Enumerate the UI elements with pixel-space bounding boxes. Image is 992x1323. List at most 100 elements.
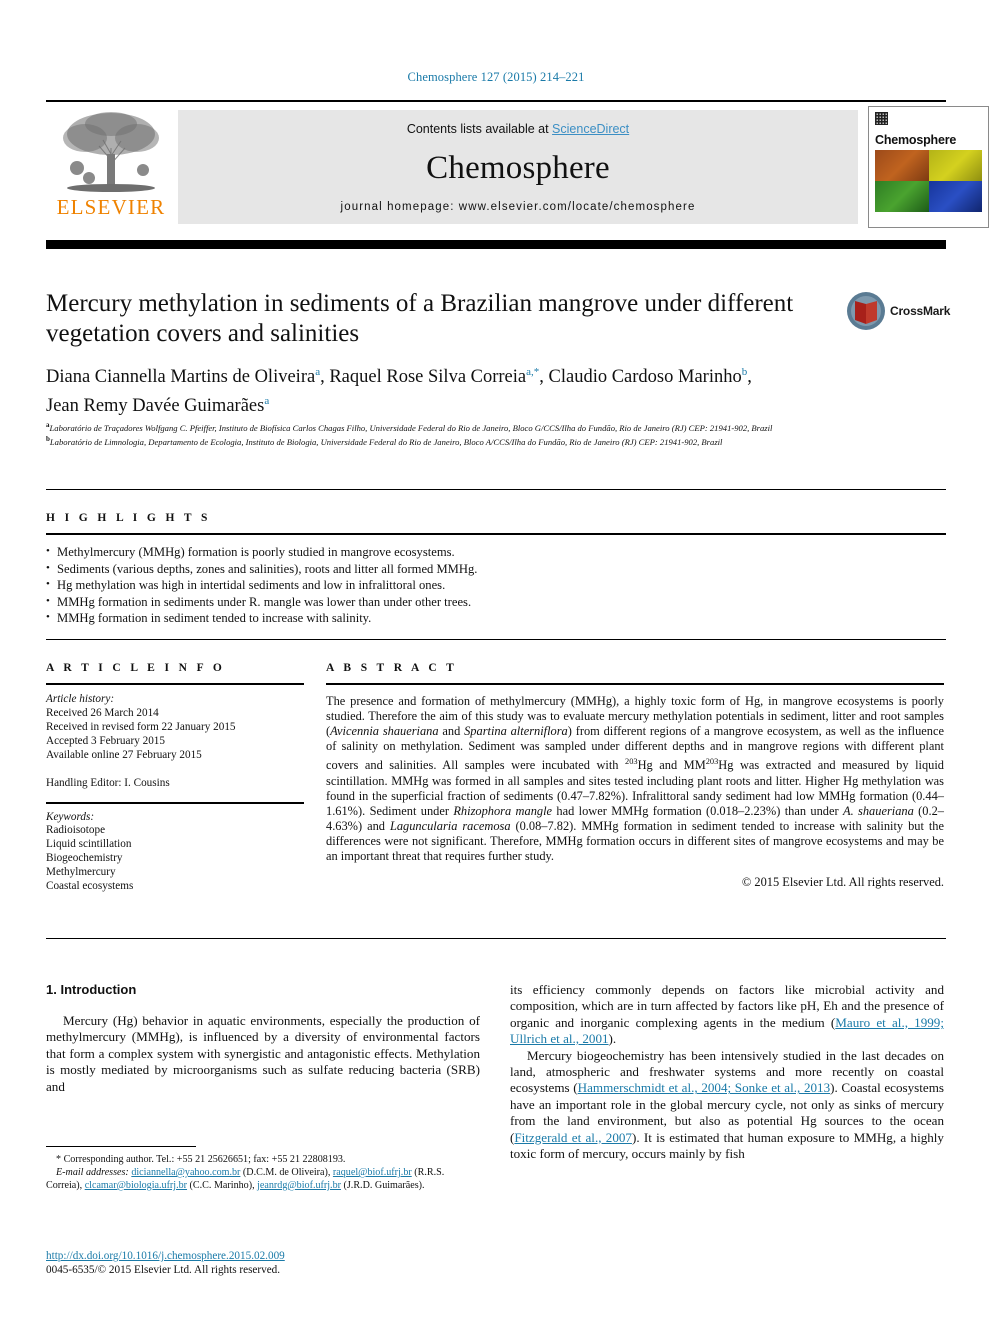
email-link-2[interactable]: raquel@biof.ufrj.br <box>333 1167 412 1178</box>
list-item: Sediments (various depths, zones and sal… <box>46 560 946 578</box>
abstract-rule <box>326 683 944 685</box>
journal-banner: Contents lists available at ScienceDirec… <box>178 110 858 224</box>
abstract-part-2: and <box>438 724 465 739</box>
footnotes-block: * Corresponding author. Tel.: +55 21 256… <box>46 1154 480 1193</box>
crossmark-badge[interactable]: CrossMark <box>846 291 950 333</box>
cover-photo-2 <box>928 150 982 181</box>
keywords-block: Keywords: Radioisotope Liquid scintillat… <box>46 811 304 894</box>
journal-homepage[interactable]: journal homepage: www.elsevier.com/locat… <box>178 201 858 213</box>
author-2-affil-mark: a,* <box>526 366 540 378</box>
article-history: Article history: Received 26 March 2014 … <box>46 693 304 763</box>
affiliation-a-text: Laboratório de Traçadores Wolfgang C. Pf… <box>49 422 773 433</box>
issn-copyright-line: 0045-6535/© 2015 Elsevier Ltd. All right… <box>46 1264 281 1277</box>
list-item: MMHg formation in sediment tended to inc… <box>46 609 946 627</box>
contents-lists-line: Contents lists available at ScienceDirec… <box>178 122 858 136</box>
citation-link[interactable]: Fitzgerald et al., 2007 <box>514 1130 632 1145</box>
doi-block: http://dx.doi.org/10.1016/j.chemosphere.… <box>46 1249 546 1278</box>
species-name-5: Laguncularia racemosa <box>389 818 511 833</box>
keywords-rule <box>46 801 304 804</box>
email-addresses-label: E-mail addresses: <box>56 1166 129 1178</box>
keyword-item: Coastal ecosystems <box>46 880 134 893</box>
article-info-section: A R T I C L E I N F O Article history: R… <box>46 662 304 894</box>
authors-list: Diana Ciannella Martins de Oliveira a , Ra… <box>46 360 936 418</box>
keyword-item: Biogeochemistry <box>46 852 123 865</box>
header-top-rule <box>46 100 946 102</box>
affiliation-b-text: Laboratório de Limnologia, Departamento … <box>49 437 723 448</box>
history-accepted: Accepted 3 February 2015 <box>46 734 165 747</box>
author-1: Diana Ciannella Martins de Oliveira <box>46 367 316 388</box>
elsevier-logo: ELSEVIER <box>46 108 176 226</box>
paragraph: its efficiency commonly depends on facto… <box>510 982 944 1048</box>
author-sep-2: , Claudio Cardoso Marinho <box>539 367 742 388</box>
doi-link[interactable]: http://dx.doi.org/10.1016/j.chemosphere.… <box>46 1250 285 1262</box>
article-info-rule <box>46 683 304 685</box>
keyword-item: Methylmercury <box>46 866 116 879</box>
list-item: MMHg formation in sediments under R. man… <box>46 593 946 611</box>
cover-photo-grid <box>875 150 982 212</box>
email-link-4[interactable]: jeanrdg@biof.ufrj.br <box>257 1180 341 1191</box>
history-revised: Received in revised form 22 January 2015 <box>46 720 236 733</box>
history-online: Available online 27 February 2015 <box>46 748 202 761</box>
handling-editor: Handling Editor: I. Cousins <box>46 776 170 789</box>
species-name-3: Rhizophora mangle <box>453 803 553 818</box>
cover-photo-4 <box>928 181 982 212</box>
crossmark-icon <box>847 292 885 330</box>
affiliation-b: bLaboratório de Limnologia, Departamento… <box>46 434 936 448</box>
paragraph: Mercury (Hg) behavior in aquatic environ… <box>46 1013 480 1094</box>
isotope-superscript-1: 203 <box>625 757 638 767</box>
email-link-1[interactable]: diciannella@yahoo.com.br <box>131 1167 240 1178</box>
author-4: Jean Remy Davée Guimarães <box>46 396 265 417</box>
paragraph-text-tail: ). <box>608 1031 617 1047</box>
section-heading-introduction: 1. Introduction <box>46 982 137 997</box>
email-owner-3: (C.C. Marinho), <box>187 1179 258 1191</box>
contents-lists-text: Contents lists available at <box>406 122 553 136</box>
isotope-superscript-2: 203 <box>705 757 719 767</box>
qr-code-icon <box>875 112 888 125</box>
abstract-part-4: Hg and MM <box>637 758 706 773</box>
list-item: Methylmercury (MMHg) formation is poorly… <box>46 543 946 561</box>
article-info-heading: A R T I C L E I N F O <box>46 662 226 674</box>
cover-photo-1 <box>875 150 929 181</box>
journal-title: Chemosphere <box>426 150 610 186</box>
abstract-bottom-rule <box>46 938 946 939</box>
running-head: Chemosphere 127 (2015) 214–221 <box>407 70 585 84</box>
body-column-right: its efficiency commonly depends on facto… <box>510 982 944 1162</box>
highlights-list: Methylmercury (MMHg) formation is poorly… <box>46 543 946 627</box>
journal-header: ELSEVIER Contents lists available at Sci… <box>46 100 989 230</box>
author-4-affil-mark: a <box>264 395 270 408</box>
email-addresses-note: E-mail addresses: diciannella@yahoo.com.… <box>46 1167 480 1193</box>
author-sep-3: , <box>747 367 752 388</box>
email-link-3[interactable]: clcamar@biologia.ufrj.br <box>85 1180 187 1191</box>
species-name-4: A. shaueriana <box>843 803 914 818</box>
species-name-2: Spartina alterniflora <box>464 724 568 739</box>
abstract-text: The presence and formation of methylmerc… <box>326 694 944 864</box>
keyword-item: Radioisotope <box>46 824 106 837</box>
citation-link[interactable]: Hammerschmidt et al., 2004; Sonke et al.… <box>578 1080 830 1095</box>
affiliations: aLaboratório de Traçadores Wolfgang C. P… <box>46 420 936 449</box>
email-owner-1: (D.C.M. de Oliveira), <box>240 1166 333 1178</box>
highlights-rule <box>46 533 946 535</box>
history-received: Received 26 March 2014 <box>46 706 159 719</box>
affiliation-a: aLaboratório de Traçadores Wolfgang C. P… <box>46 420 936 434</box>
cover-photo-3 <box>875 181 929 212</box>
list-item: Hg methylation was high in intertidal se… <box>46 576 946 594</box>
author-sep-1: , Raquel Rose Silva Correia <box>320 367 527 388</box>
highlights-top-rule <box>46 489 946 490</box>
footnote-rule <box>46 1146 196 1147</box>
cover-journal-name: Chemosphere <box>875 133 957 147</box>
page-title: Mercury methylation in sediments of a Br… <box>46 290 794 347</box>
abstract-part-6: had lower MMHg formation (0.018–2.23%) t… <box>552 803 843 818</box>
body-column-left: 1. Introduction Mercury (Hg) behavior in… <box>46 982 480 1095</box>
article-history-label: Article history: <box>46 693 115 705</box>
sciencedirect-link[interactable]: ScienceDirect <box>552 122 629 136</box>
corresponding-author-note: * Corresponding author. Tel.: +55 21 256… <box>56 1154 346 1165</box>
copyright-notice: © 2015 Elsevier Ltd. All rights reserved… <box>741 875 944 890</box>
paper-page: Chemosphere 127 (2015) 214–221 ELSEVIER … <box>0 0 992 1323</box>
paragraph: Mercury biogeochemistry has been intensi… <box>510 1048 944 1163</box>
journal-cover-thumbnail[interactable]: Chemosphere <box>868 106 989 228</box>
elsevier-wordmark: ELSEVIER <box>56 195 166 219</box>
highlights-heading: H I G H L I G H T S <box>46 512 211 524</box>
highlights-bottom-rule <box>46 639 946 640</box>
keyword-item: Liquid scintillation <box>46 838 132 851</box>
email-owner-4: (J.R.D. Guimarães). <box>340 1179 425 1191</box>
